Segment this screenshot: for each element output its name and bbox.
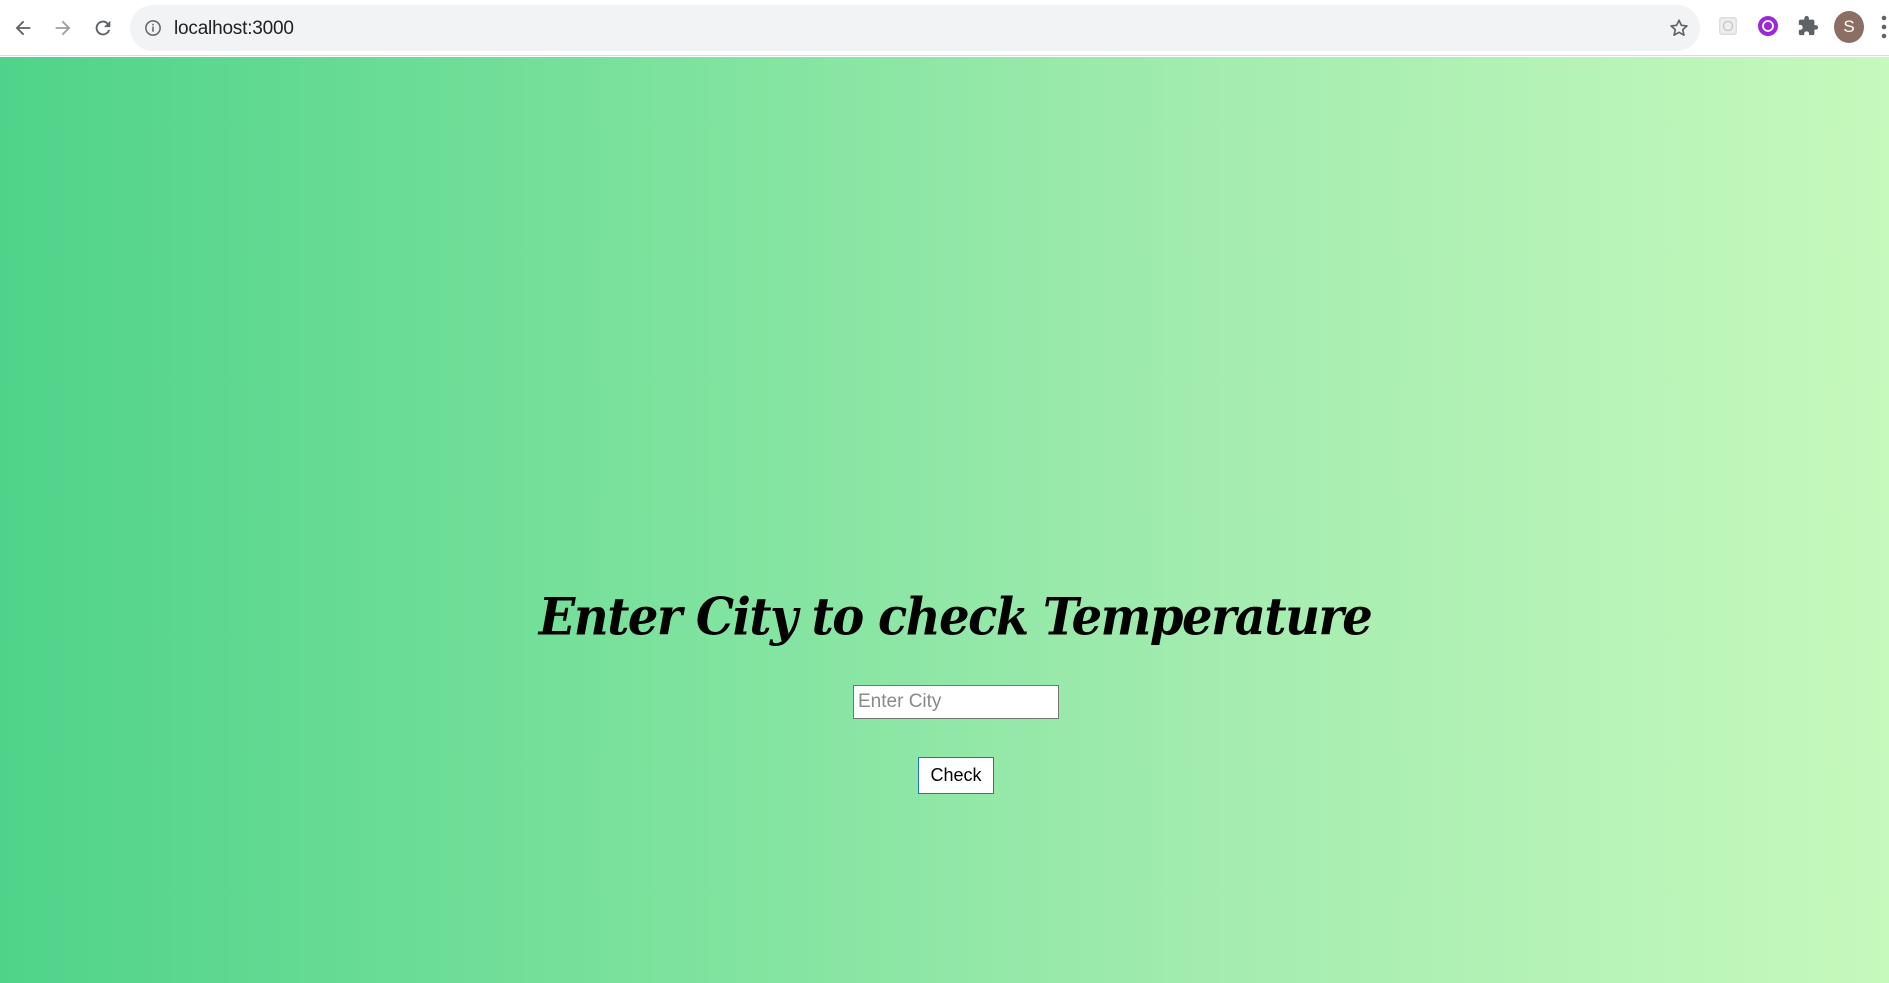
reload-button[interactable] xyxy=(87,12,119,44)
forward-button[interactable] xyxy=(47,12,79,44)
extension-button-2[interactable] xyxy=(1755,13,1781,39)
address-bar[interactable]: localhost:3000 xyxy=(130,5,1700,51)
info-icon[interactable] xyxy=(144,19,162,37)
extension-button-1[interactable] xyxy=(1715,13,1741,39)
back-icon xyxy=(15,20,31,36)
star-icon[interactable] xyxy=(1668,17,1690,39)
menu-icon[interactable] xyxy=(1880,14,1888,40)
back-button[interactable] xyxy=(7,12,39,44)
extensions-menu-button[interactable] xyxy=(1795,13,1821,39)
browser-toolbar: localhost:3000 S xyxy=(0,0,1889,56)
check-button[interactable]: Check xyxy=(918,757,994,794)
city-input[interactable] xyxy=(853,685,1059,719)
page-title: Enter City to check Temperature xyxy=(538,586,1373,648)
profile-initial: S xyxy=(1843,17,1855,36)
forward-icon xyxy=(55,20,71,36)
puzzle-icon xyxy=(1798,15,1819,36)
url-text[interactable]: localhost:3000 xyxy=(174,18,294,40)
reload-icon xyxy=(95,20,111,36)
profile-avatar[interactable]: S xyxy=(1834,11,1864,43)
extension-icon xyxy=(1719,17,1737,35)
extension-icon xyxy=(1758,16,1778,36)
page-background: Enter City to check Temperature Check xyxy=(0,57,1889,983)
